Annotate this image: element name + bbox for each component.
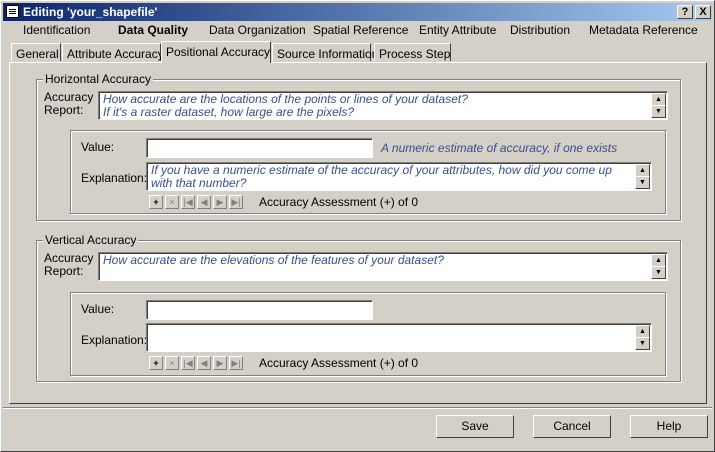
prev-record-icon[interactable]: ◀: [197, 195, 211, 209]
horizontal-record-navigator: + × |◀ ◀ ▶ ▶| Accuracy Assessment (+) of…: [149, 195, 589, 210]
horizontal-accuracy-legend: Horizontal Accuracy: [43, 72, 154, 86]
menu-spatial-reference[interactable]: Spatial Reference: [313, 23, 408, 37]
horizontal-explanation-label: Explanation:: [81, 171, 148, 185]
vertical-explanation-label: Explanation:: [81, 333, 148, 347]
vertical-assessment-box: Value: Explanation: ▲ ▼ + × |◀ ◀ ▶ ▶| Ac…: [70, 292, 666, 376]
horizontal-explanation-scrollbar[interactable]: ▲ ▼: [635, 164, 650, 189]
horizontal-report-line-2: If it's a raster dataset, how large are …: [103, 105, 355, 119]
vertical-report-line-1: How accurate are the elevations of the f…: [103, 253, 444, 267]
vertical-report-label-1: Accuracy: [44, 251, 94, 265]
first-record-icon[interactable]: |◀: [181, 195, 195, 209]
menu-distribution[interactable]: Distribution: [510, 23, 570, 37]
close-title-button[interactable]: X: [695, 5, 711, 19]
help-title-button[interactable]: ?: [677, 5, 693, 19]
editor-window: Editing 'your_shapefile' ? X Identificat…: [0, 0, 715, 452]
horizontal-nav-status: Accuracy Assessment (+) of 0: [259, 195, 419, 209]
app-icon: [6, 5, 19, 18]
vertical-record-navigator: + × |◀ ◀ ▶ ▶| Accuracy Assessment (+) of…: [149, 356, 589, 371]
horizontal-report-label-1: Accuracy: [44, 90, 94, 104]
tab-source-information[interactable]: Source Information: [272, 43, 378, 61]
add-record-icon[interactable]: +: [149, 356, 163, 370]
vertical-report-scrollbar[interactable]: ▲ ▼: [651, 254, 666, 279]
footer-separator: [3, 407, 712, 409]
horizontal-report-scrollbar[interactable]: ▲ ▼: [651, 93, 666, 118]
delete-record-icon[interactable]: ×: [165, 195, 179, 209]
vertical-explanation-textarea[interactable]: ▲ ▼: [146, 323, 652, 352]
horizontal-value-label: Value:: [81, 140, 115, 154]
horizontal-assessment-box: Value: A numeric estimate of accuracy, i…: [70, 130, 666, 214]
title-bar: Editing 'your_shapefile' ? X: [3, 3, 712, 21]
tab-positional-accuracy[interactable]: Positional Accuracy: [161, 41, 271, 63]
delete-record-icon[interactable]: ×: [165, 356, 179, 370]
prev-record-icon[interactable]: ◀: [197, 356, 211, 370]
tab-attribute-accuracy[interactable]: Attribute Accuracy: [62, 43, 164, 61]
vertical-value-label: Value:: [81, 302, 115, 316]
menu-entity-attribute[interactable]: Entity Attribute: [419, 23, 496, 37]
next-record-icon[interactable]: ▶: [213, 195, 227, 209]
menu-data-quality[interactable]: Data Quality: [118, 23, 188, 37]
next-record-icon[interactable]: ▶: [213, 356, 227, 370]
last-record-icon[interactable]: ▶|: [229, 195, 243, 209]
scroll-down-icon[interactable]: ▼: [651, 266, 666, 279]
horizontal-explanation-textarea[interactable]: If you have a numeric estimate of the ac…: [146, 162, 652, 191]
first-record-icon[interactable]: |◀: [181, 356, 195, 370]
menu-metadata-reference[interactable]: Metadata Reference: [589, 23, 698, 37]
positional-accuracy-panel: Horizontal Accuracy Accuracy Report: How…: [9, 62, 707, 404]
menu-data-organization[interactable]: Data Organization: [209, 23, 306, 37]
save-button[interactable]: Save: [436, 415, 514, 438]
section-menu: Identification Data Quality Data Organiz…: [1, 21, 714, 39]
vertical-report-textarea[interactable]: How accurate are the elevations of the f…: [98, 252, 668, 281]
horizontal-report-label-2: Report:: [44, 103, 84, 117]
help-button[interactable]: Help: [630, 415, 708, 438]
add-record-icon[interactable]: +: [149, 195, 163, 209]
horizontal-explanation-line-2: with that number?: [151, 176, 247, 190]
vertical-value-input[interactable]: [146, 300, 373, 320]
horizontal-value-input[interactable]: [146, 138, 373, 158]
tab-process-step[interactable]: Process Step: [374, 43, 451, 61]
vertical-accuracy-group: Vertical Accuracy Accuracy Report: How a…: [36, 233, 681, 382]
horizontal-report-textarea[interactable]: How accurate are the locations of the po…: [98, 91, 668, 120]
vertical-accuracy-legend: Vertical Accuracy: [43, 233, 139, 247]
tab-general[interactable]: General: [11, 43, 61, 61]
scroll-down-icon[interactable]: ▼: [651, 105, 666, 118]
cancel-button[interactable]: Cancel: [533, 415, 611, 438]
scroll-down-icon[interactable]: ▼: [635, 176, 650, 189]
menu-identification[interactable]: Identification: [23, 23, 90, 37]
last-record-icon[interactable]: ▶|: [229, 356, 243, 370]
horizontal-value-hint: A numeric estimate of accuracy, if one e…: [381, 141, 618, 155]
scroll-down-icon[interactable]: ▼: [635, 337, 650, 350]
window-title: Editing 'your_shapefile': [23, 5, 158, 19]
vertical-nav-status: Accuracy Assessment (+) of 0: [259, 356, 419, 370]
vertical-report-label-2: Report:: [44, 264, 84, 278]
horizontal-accuracy-group: Horizontal Accuracy Accuracy Report: How…: [36, 72, 681, 221]
vertical-explanation-scrollbar[interactable]: ▲ ▼: [635, 325, 650, 350]
